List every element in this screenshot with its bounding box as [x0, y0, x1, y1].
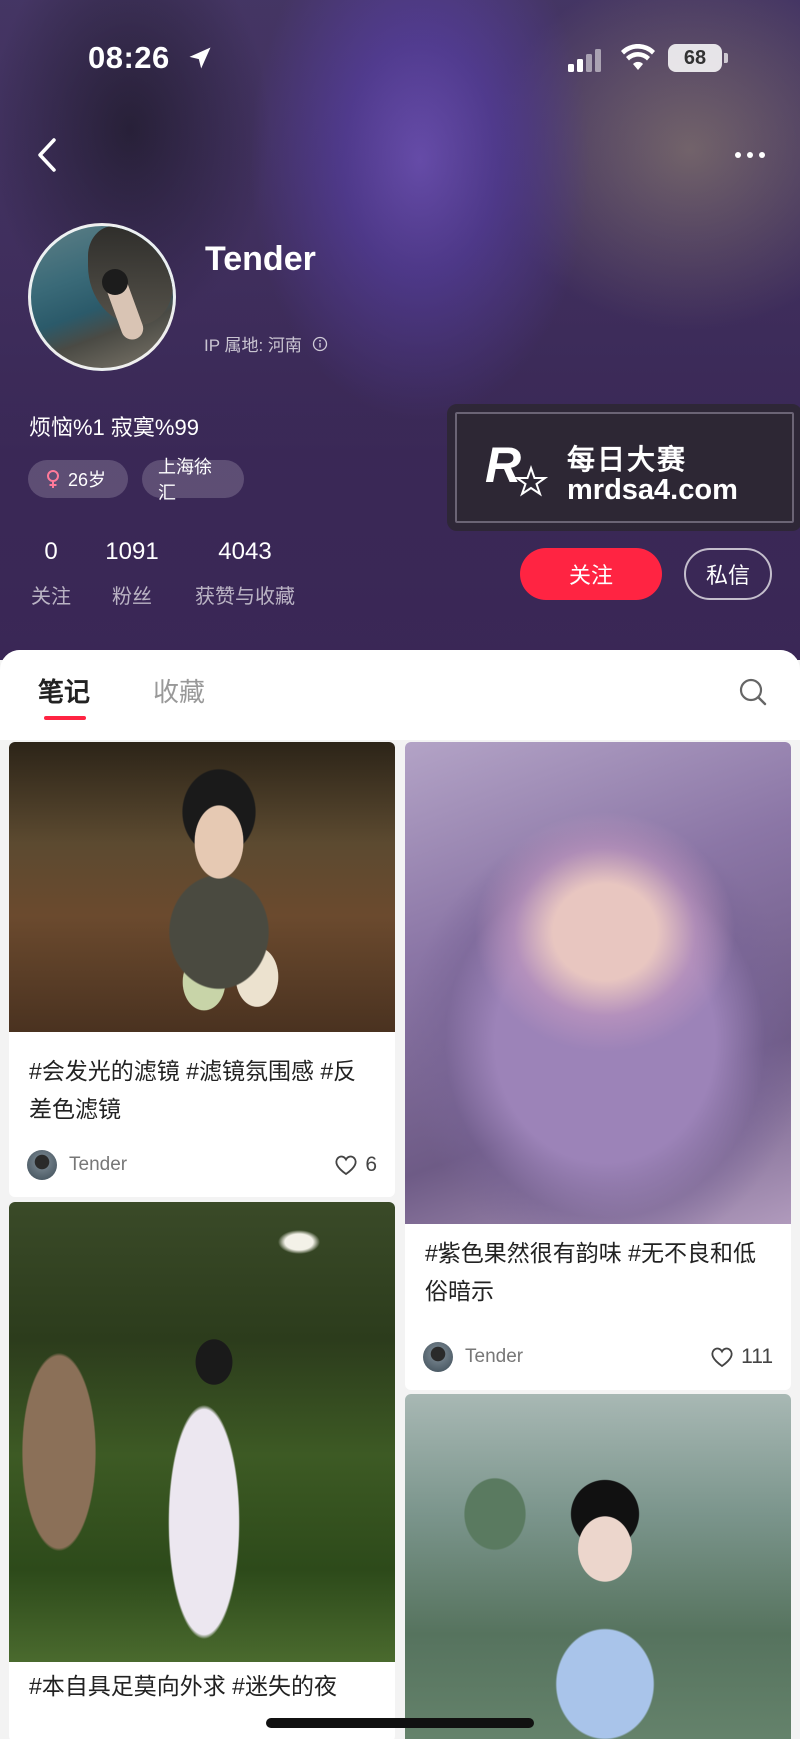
ip-location-text: IP 属地: 河南	[204, 336, 302, 355]
svg-text:R: R	[485, 437, 521, 493]
likes-collects-count: 4043	[218, 538, 272, 565]
followers-count: 1091	[105, 538, 159, 565]
profile-name: Tender	[205, 240, 316, 278]
note-cover-image[interactable]	[405, 1394, 791, 1739]
heart-icon[interactable]	[709, 1345, 735, 1369]
note-meta: Tender 6	[27, 1150, 377, 1180]
ip-location: IP 属地: 河南	[204, 331, 328, 356]
notes-content: 笔记 收藏 #会发光的滤镜 #滤镜氛围感 #反差色滤镜 Tender 6 #紫色…	[0, 650, 800, 1739]
watermark-logo: R	[485, 437, 549, 497]
location-tag: 上海徐汇	[142, 457, 244, 503]
profile-page: 08:26 68 Tender IP 属地: 河南 烦恼%1 寂寞%99 26岁…	[0, 0, 800, 1739]
note-title: #会发光的滤镜 #滤镜氛围感 #反差色滤镜	[29, 1058, 357, 1122]
active-tab-indicator	[44, 716, 86, 720]
tab-collections[interactable]: 收藏	[153, 672, 205, 709]
note-author[interactable]: Tender	[465, 1346, 709, 1368]
battery-indicator: 68	[668, 44, 728, 72]
more-options-button[interactable]	[725, 140, 775, 170]
home-indicator[interactable]	[266, 1718, 534, 1728]
location-tag-label: 上海徐汇	[158, 457, 212, 503]
followers-stat[interactable]: 1091 粉丝	[100, 538, 164, 609]
note-card[interactable]: #会发光的滤镜 #滤镜氛围感 #反差色滤镜 Tender 6	[9, 742, 395, 1197]
search-icon[interactable]	[737, 676, 769, 708]
like-count: 111	[741, 1345, 773, 1368]
note-author[interactable]: Tender	[69, 1154, 333, 1176]
message-button[interactable]: 私信	[684, 548, 772, 600]
note-cover-image[interactable]	[9, 742, 395, 1032]
note-title: #紫色果然很有韵味 #无不良和低俗暗示	[425, 1240, 756, 1304]
follow-button[interactable]: 关注	[520, 548, 662, 600]
following-label: 关注	[31, 586, 71, 608]
note-title: #本自具足莫向外求 #迷失的夜	[29, 1673, 337, 1699]
back-button[interactable]	[28, 130, 68, 180]
author-avatar[interactable]	[423, 1342, 453, 1372]
heart-icon[interactable]	[333, 1153, 359, 1177]
note-cover-image[interactable]	[9, 1202, 395, 1662]
likes-collects-label: 获赞与收藏	[195, 586, 295, 608]
female-icon	[47, 470, 59, 488]
age-tag-label: 26岁	[68, 470, 107, 490]
followers-label: 粉丝	[112, 586, 152, 608]
author-avatar[interactable]	[27, 1150, 57, 1180]
note-meta: Tender 111	[423, 1342, 773, 1372]
location-arrow-icon	[189, 47, 211, 69]
note-card[interactable]: #紫色果然很有韵味 #无不良和低俗暗示 Tender 111	[405, 742, 791, 1390]
watermark-cn-text: 每日大赛	[567, 444, 688, 475]
profile-bio: 烦恼%1 寂寞%99	[29, 415, 199, 440]
info-icon[interactable]	[312, 336, 328, 352]
profile-tabs: 笔记 收藏	[0, 650, 800, 740]
note-card[interactable]: #本自具足莫向外求 #迷失的夜	[9, 1202, 395, 1739]
profile-avatar[interactable]	[28, 223, 176, 371]
like-count: 6	[365, 1153, 377, 1176]
watermark-url-text: mrdsa4.com	[567, 474, 738, 506]
following-count: 0	[44, 538, 58, 565]
age-tag: 26岁	[28, 460, 128, 498]
watermark-banner: R 每日大赛 mrdsa4.com	[447, 404, 800, 531]
status-time: 08:26	[88, 40, 170, 75]
likes-collects-stat[interactable]: 4043 获赞与收藏	[190, 538, 300, 609]
following-stat[interactable]: 0 关注	[28, 538, 74, 609]
note-cover-image[interactable]	[405, 742, 791, 1224]
note-card[interactable]	[405, 1394, 791, 1739]
tab-notes[interactable]: 笔记	[38, 672, 90, 709]
cellular-signal-icon	[568, 49, 601, 72]
wifi-icon	[621, 44, 655, 70]
